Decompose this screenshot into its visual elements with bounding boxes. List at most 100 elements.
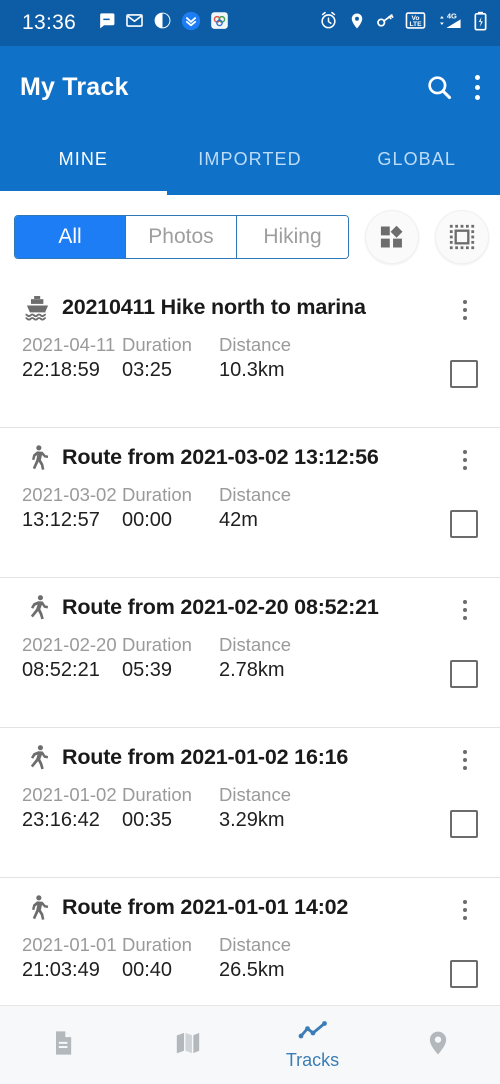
row-checkbox[interactable] — [450, 360, 478, 388]
nav-item-tracks[interactable]: Tracks — [250, 1006, 375, 1084]
row-duration-label: Duration — [122, 334, 192, 355]
bottom-navigation: Tracks — [0, 1005, 500, 1084]
row-overflow-menu-icon[interactable] — [452, 745, 478, 775]
vpn-key-icon — [376, 11, 395, 35]
row-date-column: 2021-04-11 22:18:59 — [22, 334, 122, 382]
track-chart-icon — [298, 1020, 328, 1047]
track-list: 20210411 Hike north to marina 2021-04-11… — [0, 278, 500, 1005]
kebab-dots — [463, 450, 467, 470]
search-icon[interactable] — [425, 73, 453, 101]
tab-imported[interactable]: IMPORTED — [167, 128, 334, 195]
shapes-layers-icon[interactable] — [365, 209, 419, 264]
filter-bar: All Photos Hiking — [0, 195, 500, 278]
row-duration-column: Duration 00:40 — [122, 934, 219, 982]
row-distance-column: Distance 26.5km — [219, 934, 339, 982]
selection-frame-icon[interactable] — [435, 209, 489, 264]
row-distance-value: 2.78km — [219, 659, 285, 681]
row-time-value: 22:18:59 — [22, 359, 100, 381]
page-title: My Track — [20, 72, 129, 101]
row-duration-column: Duration 03:25 — [122, 334, 219, 382]
app-bar-actions — [425, 73, 480, 101]
row-distance-label: Distance — [219, 634, 291, 655]
row-checkbox[interactable] — [450, 810, 478, 838]
row-checkbox[interactable] — [450, 960, 478, 988]
row-overflow-menu-icon[interactable] — [452, 895, 478, 925]
row-title-line: Route from 2021-02-20 08:52:21 — [0, 592, 500, 622]
svg-text:LTE: LTE — [409, 21, 422, 28]
row-title: Route from 2021-03-02 13:12:56 — [62, 444, 379, 469]
filter-segmented-control: All Photos Hiking — [14, 214, 349, 259]
tab-bar: MINE IMPORTED GLOBAL — [0, 128, 500, 195]
table-row[interactable]: Route from 2021-01-01 14:02 2021-01-01 2… — [0, 878, 500, 1005]
row-duration-value: 00:40 — [122, 959, 173, 981]
row-date-label: 2021-02-20 — [22, 634, 117, 655]
alarm-icon — [319, 11, 338, 35]
row-title: Route from 2021-01-02 16:16 — [62, 744, 349, 769]
ferry-boat-icon — [22, 292, 52, 322]
row-duration-label: Duration — [122, 784, 192, 805]
row-title-line: Route from 2021-03-02 13:12:56 — [0, 442, 500, 472]
row-checkbox[interactable] — [450, 510, 478, 538]
table-row[interactable]: Route from 2021-01-02 16:16 2021-01-02 2… — [0, 728, 500, 878]
row-duration-column: Duration 00:00 — [122, 484, 219, 532]
more-vertical-icon[interactable] — [475, 74, 480, 100]
nav-item-tracks-label: Tracks — [285, 1049, 340, 1070]
row-date-column: 2021-02-20 08:52:21 — [22, 634, 122, 682]
nav-item-documents[interactable] — [0, 1006, 125, 1084]
running-person-icon — [22, 592, 52, 622]
row-distance-label: Distance — [219, 934, 291, 955]
nav-item-places[interactable] — [375, 1006, 500, 1084]
row-checkbox[interactable] — [450, 660, 478, 688]
tab-mine-label: MINE — [58, 149, 109, 169]
chat-bubble-icon — [97, 11, 116, 35]
row-date-label: 2021-03-02 — [22, 484, 117, 505]
row-meta: 2021-01-02 23:16:42 Duration 00:35 Dista… — [0, 772, 500, 832]
email-icon — [125, 11, 144, 35]
nav-item-map[interactable] — [125, 1006, 250, 1084]
walking-person-icon — [22, 892, 52, 922]
battery-icon — [473, 11, 488, 36]
row-meta: 2021-03-02 13:12:57 Duration 00:00 Dista… — [0, 472, 500, 532]
status-bar: 13:36 Vo LTE 4G — [0, 0, 500, 46]
location-pin-icon — [424, 1029, 452, 1062]
row-title-line: 20210411 Hike north to marina — [0, 292, 500, 322]
kebab-dots — [463, 600, 467, 620]
row-distance-label: Distance — [219, 484, 291, 505]
row-time-value: 21:03:49 — [22, 959, 100, 981]
row-overflow-menu-icon[interactable] — [452, 295, 478, 325]
document-icon — [49, 1029, 77, 1062]
row-date-label: 2021-04-11 — [22, 334, 116, 355]
row-meta: 2021-02-20 08:52:21 Duration 05:39 Dista… — [0, 622, 500, 682]
filter-all[interactable]: All — [15, 215, 126, 258]
table-row[interactable]: 20210411 Hike north to marina 2021-04-11… — [0, 278, 500, 428]
tab-mine[interactable]: MINE — [0, 128, 167, 195]
app-screen: 13:36 Vo LTE 4G My Track MINE IMPORTED G… — [0, 0, 500, 1084]
table-row[interactable]: Route from 2021-02-20 08:52:21 2021-02-2… — [0, 578, 500, 728]
kebab-dots — [475, 74, 480, 100]
row-duration-column: Duration 00:35 — [122, 784, 219, 832]
row-distance-label: Distance — [219, 784, 291, 805]
filter-hiking[interactable]: Hiking — [237, 215, 348, 258]
status-bar-right: Vo LTE 4G — [319, 11, 488, 36]
tab-global[interactable]: GLOBAL — [333, 128, 500, 195]
row-distance-label: Distance — [219, 334, 291, 355]
row-duration-column: Duration 05:39 — [122, 634, 219, 682]
filter-photos[interactable]: Photos — [126, 215, 237, 258]
map-icon — [174, 1029, 202, 1062]
row-duration-label: Duration — [122, 934, 192, 955]
location-pin-icon — [348, 12, 366, 35]
app-bar: My Track — [0, 46, 500, 128]
row-distance-value: 3.29km — [219, 809, 285, 831]
row-duration-value: 00:35 — [122, 809, 173, 831]
status-bar-left: 13:36 — [22, 11, 229, 36]
row-overflow-menu-icon[interactable] — [452, 445, 478, 475]
row-title-line: Route from 2021-01-01 14:02 — [0, 892, 500, 922]
table-row[interactable]: Route from 2021-03-02 13:12:56 2021-03-0… — [0, 428, 500, 578]
row-distance-column: Distance 10.3km — [219, 334, 339, 382]
row-overflow-menu-icon[interactable] — [452, 595, 478, 625]
row-time-value: 13:12:57 — [22, 509, 100, 531]
row-duration-value: 03:25 — [122, 359, 173, 381]
tab-imported-label: IMPORTED — [198, 149, 302, 169]
row-meta: 2021-01-01 21:03:49 Duration 00:40 Dista… — [0, 922, 500, 982]
row-distance-value: 10.3km — [219, 359, 285, 381]
